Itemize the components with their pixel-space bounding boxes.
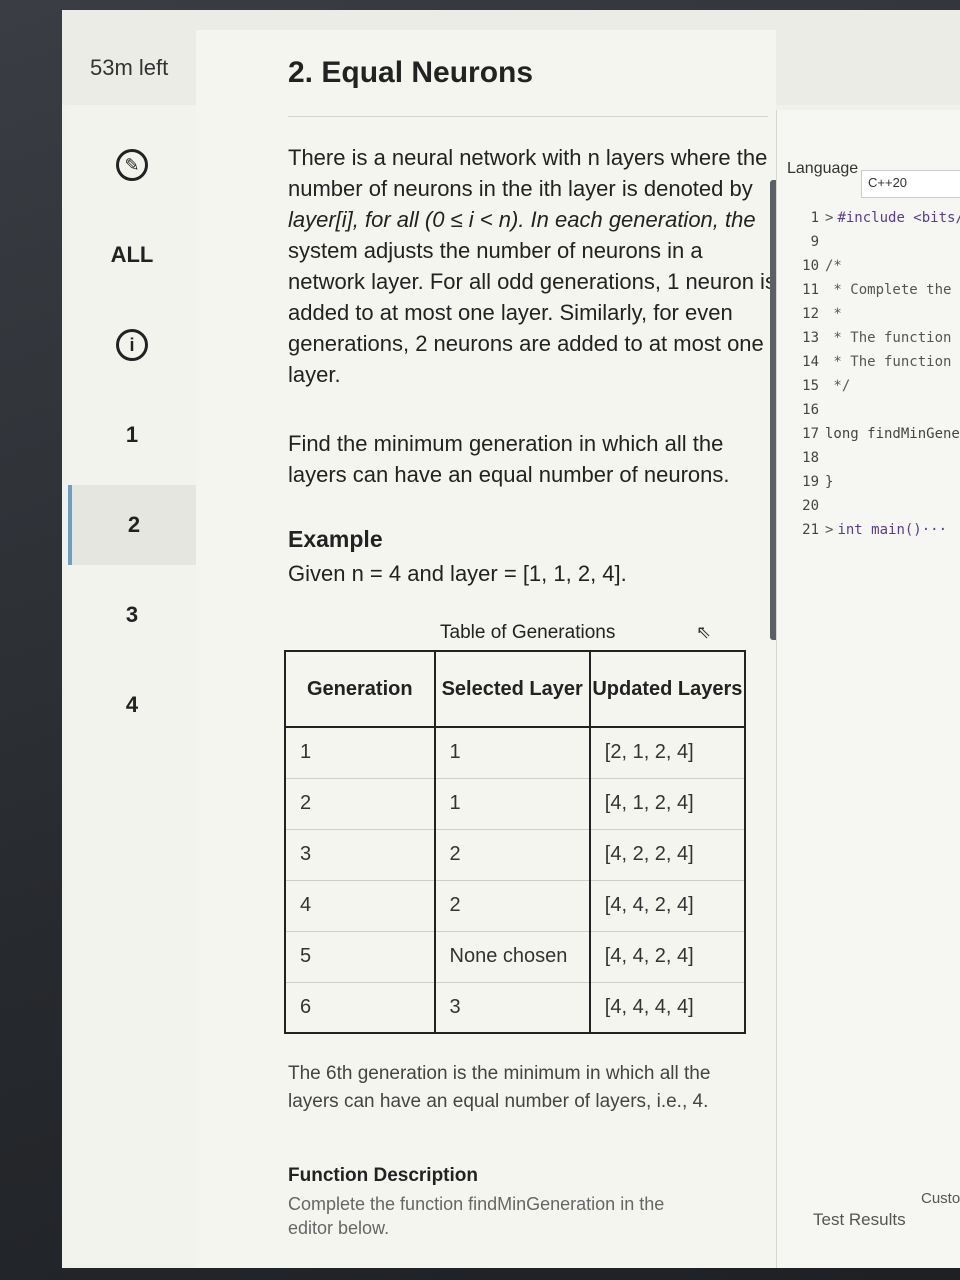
function-line: Complete the function findMinGeneration … <box>288 1194 665 1214</box>
problem-title: 2. Equal Neurons <box>288 56 534 89</box>
time-left-label: 53m left <box>90 55 169 80</box>
table-header-cell: Selected Layer <box>433 650 591 728</box>
intro-line: network layer. For all odd generations, … <box>288 269 776 294</box>
code-line[interactable]: 18 <box>783 450 960 474</box>
table-cell: 6 <box>284 982 436 1034</box>
problem-task: Find the minimum generation in which all… <box>288 428 730 490</box>
code-editor-panel: Language C++20 1 > #include <bits/ 9 10/* … <box>776 110 960 1268</box>
intro-line: number of neurons in the ith layer is de… <box>288 176 753 201</box>
problem-intro: There is a neural network with n layers … <box>288 142 776 390</box>
sidebar-item-2[interactable]: 2 <box>68 485 196 565</box>
function-line: editor below. <box>288 1218 390 1238</box>
example-text: Given n = 4 and layer = [1, 1, 2, 4]. <box>288 561 627 586</box>
task-line: Find the minimum generation in which all… <box>288 431 724 456</box>
table-row: 6 3 [4, 4, 4, 4] <box>284 982 747 1034</box>
code-line[interactable]: 9 <box>783 234 960 258</box>
screen: 53m left ✎ ALL i 1 2 3 4 2. Equal Neuron… <box>62 10 960 1268</box>
function-description-text: Complete the function findMinGeneration … <box>288 1192 664 1240</box>
function-description-heading: Function Description <box>288 1165 478 1186</box>
test-results-tab[interactable]: Test Results <box>813 1210 906 1230</box>
code-line[interactable]: 12 * <box>783 306 960 330</box>
code-line[interactable]: 19} <box>783 474 960 498</box>
table-cell: [4, 1, 2, 4] <box>588 778 747 830</box>
table-row: 2 1 [4, 1, 2, 4] <box>284 778 747 830</box>
table-cell: 5 <box>284 931 436 983</box>
table-row: 5 None chosen [4, 4, 2, 4] <box>284 931 747 983</box>
conclusion-line: layers can have an equal number of layer… <box>288 1091 709 1112</box>
code-line[interactable]: 20 <box>783 498 960 522</box>
custom-input-tab[interactable]: Custom <box>921 1190 960 1207</box>
code-line[interactable]: 16 <box>783 402 960 426</box>
sidebar-item-3[interactable]: 3 <box>68 575 196 655</box>
sidebar-item-label: 2 <box>127 512 141 537</box>
problem-panel: 2. Equal Neurons There is a neural netwo… <box>196 30 776 1268</box>
task-line: layers can have an equal number of neuro… <box>288 462 730 487</box>
question-sidebar: ✎ ALL i 1 2 3 4 <box>68 105 196 1265</box>
table-cell: [4, 4, 2, 4] <box>588 931 747 983</box>
table-cell: [4, 4, 2, 4] <box>588 880 747 932</box>
intro-line: There is a neural network with n layers … <box>288 145 768 170</box>
intro-line: layer[i], for all (0 ≤ i < n). In each g… <box>288 207 756 232</box>
table-cell: 1 <box>433 727 591 779</box>
fold-toggle-icon[interactable]: > <box>825 522 833 538</box>
code-line[interactable]: 21 > int main()··· <box>783 522 960 546</box>
intro-line: layer. <box>288 362 341 387</box>
intro-line: system adjusts the number of neurons in … <box>288 238 703 263</box>
code-line[interactable]: 1 > #include <bits/ <box>783 210 960 234</box>
code-line[interactable]: 11 * Complete the <box>783 282 960 306</box>
table-caption: Table of Generations <box>440 622 616 643</box>
sidebar-edit-button[interactable]: ✎ <box>68 125 196 205</box>
code-line[interactable]: 13 * The function <box>783 330 960 354</box>
table-header-cell: Generation <box>284 650 436 728</box>
table-cell: 1 <box>433 778 591 830</box>
conclusion-line: The 6th generation is the minimum in whi… <box>288 1063 711 1084</box>
table-header-row: Generation Selected Layer Updated Layers <box>284 650 747 728</box>
language-label: Language <box>787 160 859 177</box>
table-header-cell: Updated Layers <box>588 650 747 728</box>
sidebar-item-4[interactable]: 4 <box>68 665 196 745</box>
table-cell: [2, 1, 2, 4] <box>588 727 747 779</box>
info-icon: i <box>116 329 148 361</box>
sidebar-item-1[interactable]: 1 <box>68 395 196 475</box>
table-cell: 1 <box>284 727 436 779</box>
table-cell: 2 <box>433 829 591 881</box>
code-line[interactable]: 15 */ <box>783 378 960 402</box>
sidebar-item-label: 4 <box>125 692 139 717</box>
pencil-icon: ✎ <box>116 149 148 181</box>
table-row: 3 2 [4, 2, 2, 4] <box>284 829 747 881</box>
code-line[interactable]: 17 long findMinGene <box>783 426 960 450</box>
table-cell: None chosen <box>433 931 591 983</box>
example-heading: Example <box>288 526 383 552</box>
mouse-cursor-icon: ⇖ <box>696 622 712 642</box>
table-cell: 3 <box>433 982 591 1034</box>
sidebar-item-label: 1 <box>125 422 139 447</box>
language-select[interactable]: C++20 <box>861 170 960 198</box>
sidebar-item-all[interactable]: ALL <box>68 215 196 295</box>
generations-table: Generation Selected Layer Updated Layers… <box>284 650 747 1034</box>
title-divider <box>288 116 768 117</box>
sidebar-info-button[interactable]: i <box>68 305 196 385</box>
intro-line: added to at most one layer. Similarly, f… <box>288 300 733 325</box>
table-cell: 2 <box>433 880 591 932</box>
table-cell: 3 <box>284 829 436 881</box>
sidebar-item-label: 3 <box>125 602 139 627</box>
code-line[interactable]: 10/* <box>783 258 960 282</box>
table-row: 4 2 [4, 4, 2, 4] <box>284 880 747 932</box>
sidebar-item-label: ALL <box>110 242 154 267</box>
example-conclusion: The 6th generation is the minimum in whi… <box>288 1060 710 1116</box>
intro-line: generations, 2 neurons are added to at m… <box>288 331 764 356</box>
table-cell: [4, 4, 4, 4] <box>588 982 747 1034</box>
table-row: 1 1 [2, 1, 2, 4] <box>284 727 747 779</box>
table-cell: [4, 2, 2, 4] <box>588 829 747 881</box>
fold-toggle-icon[interactable]: > <box>825 210 833 226</box>
table-cell: 4 <box>284 880 436 932</box>
table-cell: 2 <box>284 778 436 830</box>
code-line[interactable]: 14 * The function <box>783 354 960 378</box>
